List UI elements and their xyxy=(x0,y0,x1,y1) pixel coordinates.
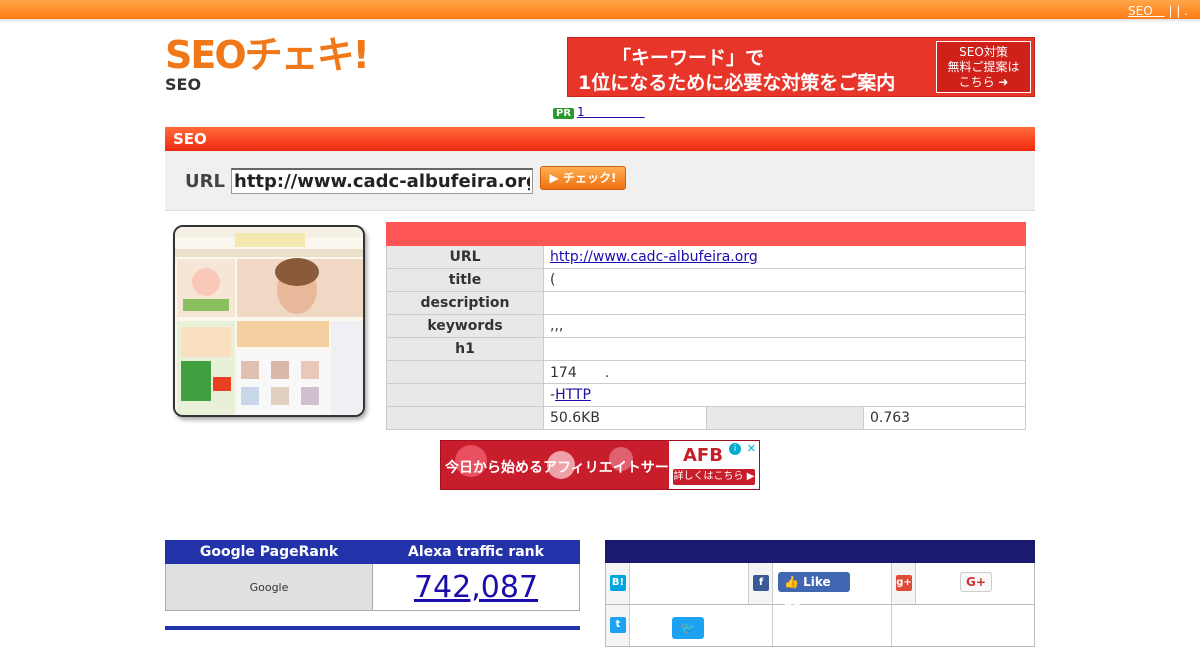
social-header xyxy=(605,540,1035,563)
top-links: SEO | | . xyxy=(1128,2,1188,19)
table-row: description xyxy=(386,291,1026,315)
next-section-header xyxy=(165,626,580,630)
info-value: -HTTP xyxy=(543,383,1026,407)
site-thumbnail xyxy=(173,225,365,417)
info-key: description xyxy=(386,291,544,315)
top-ad-banner[interactable]: 「キーワード」で 1位になるために必要な対策をご案内 SEO対策 無料ご提案は … xyxy=(567,37,1035,97)
affiliate-ad-banner[interactable]: 今日から始めるアフィリエイトサービス AFB 詳しくはこちら ▶ i ✕ xyxy=(440,440,760,490)
info-key xyxy=(706,406,864,430)
facebook-cell: f xyxy=(749,563,773,604)
site-logo[interactable]: SEOチェキ! xyxy=(165,36,370,74)
twitter-cell: t xyxy=(606,605,630,646)
table-row: h1 xyxy=(386,337,1026,361)
alexa-value: 742,087 xyxy=(372,563,580,611)
top-link-separators: | | . xyxy=(1164,4,1188,18)
section-title: SEO xyxy=(165,127,1035,151)
info-value: ( xyxy=(543,268,1026,292)
info-key xyxy=(386,360,544,384)
social-share-panel: B! f 👍 Like 21 g+ G+ t 🐦 xyxy=(605,540,1035,647)
ad-detail-button[interactable]: 詳しくはこちら ▶ xyxy=(673,469,755,485)
facebook-like-button[interactable]: 👍 Like 21 xyxy=(778,572,850,609)
alexa-rank-link[interactable]: 742,087 xyxy=(414,570,538,605)
alexa-header: Alexa traffic rank xyxy=(372,540,580,564)
info-value: ,,, xyxy=(543,314,1026,338)
ad-close-icon[interactable]: ✕ xyxy=(747,442,756,455)
divider xyxy=(772,605,773,646)
banner-line1: 「キーワード」で xyxy=(612,47,765,69)
top-link-seo[interactable]: SEO xyxy=(1128,4,1165,18)
info-key xyxy=(386,383,544,407)
banner-line2: 1位になるために必要な対策をご案内 xyxy=(578,72,896,94)
pagerank-header: Google PageRank xyxy=(165,540,373,564)
social-row: B! f 👍 Like 21 g+ G+ xyxy=(605,563,1035,609)
gplus-cell: g+ xyxy=(892,563,916,604)
hatena-icon: B! xyxy=(610,575,626,591)
info-value xyxy=(543,337,1026,361)
url-label: URL xyxy=(185,171,225,192)
afb-logo: AFB xyxy=(683,445,723,466)
table-row: 50.6KB 0.763 xyxy=(386,406,1026,430)
load-time-value: 0.763 xyxy=(863,406,1026,430)
top-bar-shadow xyxy=(0,19,1200,23)
site-info-table: URL http://www.cadc-albufeira.org title … xyxy=(386,222,1026,430)
twitter-icon: t xyxy=(610,617,626,633)
thumbnail-image xyxy=(175,227,363,415)
ad-text: 今日から始めるアフィリエイトサービス xyxy=(445,460,697,476)
social-row: t 🐦 xyxy=(605,605,1035,647)
gplus-share-button[interactable]: G+ xyxy=(960,572,992,592)
info-value: 174 . xyxy=(543,360,1026,384)
page-size-value: 50.6KB xyxy=(543,406,707,430)
info-key: h1 xyxy=(386,337,544,361)
url-input[interactable] xyxy=(231,168,533,194)
rank-table: Google PageRank Alexa traffic rank Googl… xyxy=(165,540,580,611)
info-value: http://www.cadc-albufeira.org xyxy=(543,245,1026,269)
ad-info-icon[interactable]: i xyxy=(729,443,741,455)
info-key: title xyxy=(386,268,544,292)
pr-link-area: PR 1 xyxy=(553,103,645,120)
tweet-button[interactable]: 🐦 xyxy=(672,617,704,639)
pr-link[interactable]: 1 xyxy=(577,105,645,119)
facebook-icon: f xyxy=(753,575,769,591)
info-key: URL xyxy=(386,245,544,269)
divider xyxy=(891,605,892,646)
check-button[interactable]: ▶ チェック! xyxy=(540,166,626,190)
gplus-icon: g+ xyxy=(896,575,912,591)
url-form: URL ▶ チェック! xyxy=(165,151,1035,211)
info-key xyxy=(386,406,544,430)
top-bar: SEO | | . xyxy=(0,0,1200,19)
info-table-header xyxy=(386,222,1026,246)
logo-subtitle: SEO xyxy=(165,75,202,94)
info-key: keywords xyxy=(386,314,544,338)
table-row: URL http://www.cadc-albufeira.org xyxy=(386,245,1026,269)
http-link[interactable]: HTTP xyxy=(555,387,591,403)
table-row: keywords ,,, xyxy=(386,314,1026,338)
banner-cta-button[interactable]: SEO対策 無料ご提案は こちら ➜ xyxy=(936,41,1031,93)
pr-badge: PR xyxy=(553,108,575,119)
table-row: -HTTP xyxy=(386,383,1026,407)
table-row: 174 . xyxy=(386,360,1026,384)
info-value xyxy=(543,291,1026,315)
ad-right-panel: AFB 詳しくはこちら ▶ xyxy=(669,441,759,489)
site-url-link[interactable]: http://www.cadc-albufeira.org xyxy=(550,249,758,265)
pagerank-value: Google xyxy=(165,563,373,611)
table-row: title ( xyxy=(386,268,1026,292)
hatena-cell: B! xyxy=(606,563,630,604)
